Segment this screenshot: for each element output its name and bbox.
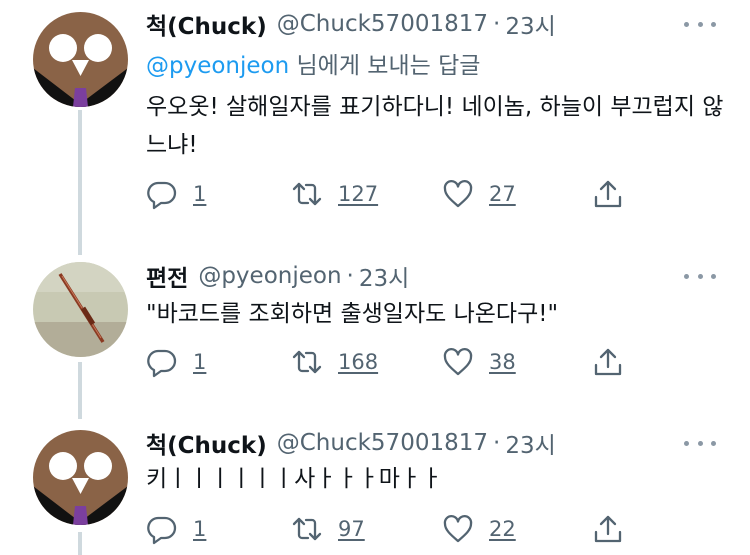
tweet[interactable]: 척(Chuck) @Chuck57001817 · 23시 키ㅣㅣㅣㅣㅣㅣ사ㅏㅏ… xyxy=(0,410,750,555)
reply-button[interactable]: 1 xyxy=(146,177,206,211)
user-handle[interactable]: @Chuck57001817 xyxy=(277,430,488,456)
reply-count: 1 xyxy=(193,517,207,541)
reply-button[interactable]: 1 xyxy=(146,512,206,546)
reply-icon xyxy=(147,516,177,545)
display-name[interactable]: 척(Chuck) xyxy=(146,426,267,460)
reply-count: 1 xyxy=(193,350,207,374)
separator-dot: · xyxy=(493,11,501,37)
separator-dot: · xyxy=(346,263,354,289)
like-count: 38 xyxy=(489,350,516,374)
avatar[interactable] xyxy=(33,262,128,357)
share-icon xyxy=(594,180,622,208)
retweet-count: 168 xyxy=(338,350,379,374)
like-count: 27 xyxy=(489,182,516,206)
reply-icon xyxy=(147,349,177,378)
tweet-actions: 1 168 38 xyxy=(146,345,646,379)
timestamp[interactable]: 23시 xyxy=(505,7,555,41)
owl-avatar-icon xyxy=(33,430,128,525)
timestamp[interactable]: 23시 xyxy=(359,259,409,293)
like-count: 22 xyxy=(489,517,516,541)
tweet[interactable]: 편전 @pyeonjeon · 23시 "바코드를 조회하면 출생일자도 나온다… xyxy=(0,240,750,410)
retweet-icon xyxy=(292,517,322,541)
retweet-button[interactable]: 168 xyxy=(291,345,378,379)
display-name[interactable]: 편전 xyxy=(146,259,188,293)
more-options-icon[interactable] xyxy=(684,14,716,34)
reply-count: 1 xyxy=(193,182,207,206)
tweet-header: 편전 @pyeonjeon · 23시 xyxy=(146,258,409,294)
tweet-text: 키ㅣㅣㅣㅣㅣㅣ사ㅏㅏㅏ마ㅏㅏ xyxy=(146,466,443,492)
retweet-icon xyxy=(292,350,322,374)
share-button[interactable] xyxy=(592,345,624,379)
heart-icon xyxy=(443,515,473,543)
tweet-text: 우오옷! 살해일자를 표기하다니! 네이놈, 하늘이 부끄럽지 않느냐! xyxy=(146,94,724,158)
avatar[interactable] xyxy=(33,12,128,107)
tweet-actions: 1 97 22 xyxy=(146,512,646,546)
reply-icon xyxy=(147,181,177,210)
heart-icon xyxy=(443,180,473,208)
tweet[interactable]: 척(Chuck) @Chuck57001817 · 23시 @pyeonjeon… xyxy=(0,0,750,240)
reply-button[interactable]: 1 xyxy=(146,345,206,379)
user-handle[interactable]: @pyeonjeon xyxy=(198,263,341,289)
more-options-icon[interactable] xyxy=(684,433,716,453)
tweet-text: "바코드를 조회하면 출생일자도 나온다구!" xyxy=(146,301,559,327)
share-icon xyxy=(594,515,622,543)
like-button[interactable]: 27 xyxy=(442,177,516,211)
heart-icon xyxy=(443,348,473,376)
retweet-count: 97 xyxy=(338,517,365,541)
replying-to: @pyeonjeon 님에게 보내는 답글 xyxy=(146,46,480,80)
avatar[interactable] xyxy=(33,430,128,525)
timestamp[interactable]: 23시 xyxy=(505,426,555,460)
owl-avatar-icon xyxy=(33,12,128,107)
retweet-button[interactable]: 97 xyxy=(291,512,365,546)
arrow-photo-avatar-icon xyxy=(33,262,128,357)
tweet-header: 척(Chuck) @Chuck57001817 · 23시 xyxy=(146,425,556,461)
reply-to-suffix: 님에게 보내는 답글 xyxy=(289,53,481,79)
share-button[interactable] xyxy=(592,512,624,546)
tweet-header: 척(Chuck) @Chuck57001817 · 23시 xyxy=(146,6,556,42)
more-options-icon[interactable] xyxy=(684,266,716,286)
user-handle[interactable]: @Chuck57001817 xyxy=(277,11,488,37)
retweet-button[interactable]: 127 xyxy=(291,177,378,211)
reply-to-handle-link[interactable]: @pyeonjeon xyxy=(146,53,289,79)
tweet-actions: 1 127 27 xyxy=(146,177,646,211)
display-name[interactable]: 척(Chuck) xyxy=(146,7,267,41)
like-button[interactable]: 38 xyxy=(442,345,516,379)
retweet-icon xyxy=(292,182,322,206)
retweet-count: 127 xyxy=(338,182,379,206)
share-button[interactable] xyxy=(592,177,624,211)
like-button[interactable]: 22 xyxy=(442,512,516,546)
separator-dot: · xyxy=(493,430,501,456)
share-icon xyxy=(594,348,622,376)
